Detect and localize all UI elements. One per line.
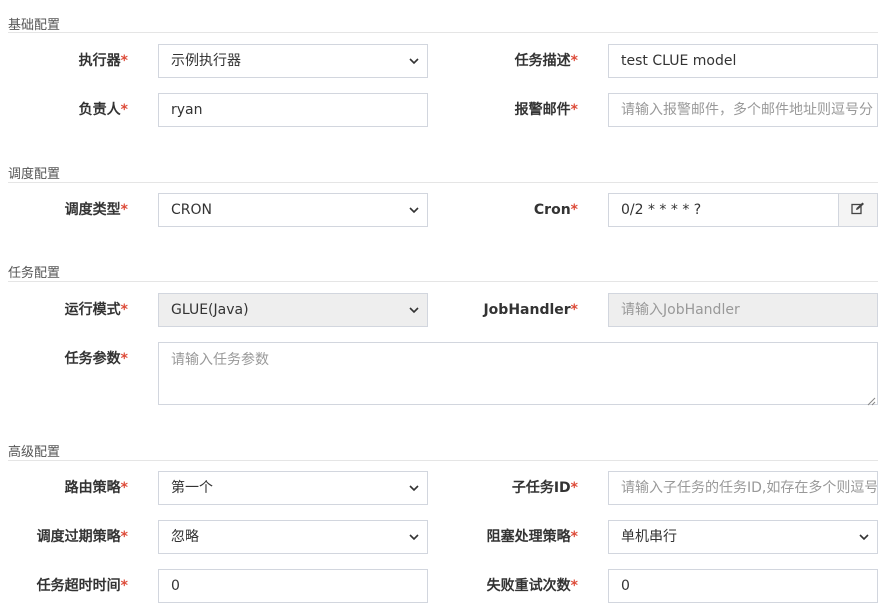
schedule-type-select[interactable]: CRON bbox=[158, 193, 428, 227]
child-job-id-input[interactable]: 请输入子任务的任务ID,如存在多个则逗号 bbox=[608, 471, 878, 505]
run-mode-select[interactable]: GLUE(Java) bbox=[158, 293, 428, 327]
route-strategy-select[interactable]: 第一个 bbox=[158, 471, 428, 505]
section-divider bbox=[8, 182, 878, 183]
job-param-label: 任务参数* bbox=[64, 351, 128, 367]
section-divider bbox=[8, 460, 878, 461]
timeout-input[interactable]: 0 bbox=[158, 569, 428, 603]
child-job-id-label: 子任务ID* bbox=[511, 480, 578, 496]
job-handler-input[interactable]: 请输入JobHandler bbox=[608, 293, 878, 327]
block-strategy-select[interactable]: 单机串行 bbox=[608, 520, 878, 554]
fail-retry-input[interactable]: 0 bbox=[608, 569, 878, 603]
cron-edit-button[interactable] bbox=[838, 193, 878, 227]
job-desc-label: 任务描述* bbox=[514, 53, 578, 69]
cron-label: Cron* bbox=[533, 202, 578, 218]
executor-label: 执行器* bbox=[78, 53, 128, 69]
misfire-strategy-label: 调度过期策略* bbox=[36, 529, 128, 545]
job-param-placeholder: 请输入任务参数 bbox=[171, 352, 269, 368]
block-strategy-label: 阻塞处理策略* bbox=[486, 529, 578, 545]
chevron-down-icon bbox=[858, 531, 870, 543]
section-title-schedule: 调度配置 bbox=[8, 167, 61, 182]
author-input[interactable]: ryan bbox=[158, 93, 428, 127]
executor-select[interactable]: 示例执行器 bbox=[158, 44, 428, 78]
route-strategy-label: 路由策略* bbox=[64, 480, 128, 496]
misfire-strategy-select[interactable]: 忽略 bbox=[158, 520, 428, 554]
run-mode-label: 运行模式* bbox=[64, 302, 128, 318]
section-title-advanced: 高级配置 bbox=[8, 445, 61, 460]
timeout-label: 任务超时时间* bbox=[36, 578, 128, 594]
section-title-task: 任务配置 bbox=[8, 266, 61, 281]
section-divider bbox=[8, 281, 878, 282]
author-label: 负责人* bbox=[78, 102, 128, 118]
job-param-textarea[interactable]: 请输入任务参数 bbox=[158, 342, 878, 406]
fail-retry-label: 失败重试次数* bbox=[486, 578, 578, 594]
alarm-email-label: 报警邮件* bbox=[514, 102, 578, 118]
schedule-type-label: 调度类型* bbox=[64, 202, 128, 218]
job-desc-input[interactable]: test CLUE model bbox=[608, 44, 878, 78]
resize-handle-icon[interactable] bbox=[867, 394, 876, 406]
edit-icon bbox=[851, 202, 865, 219]
section-divider bbox=[8, 32, 878, 33]
alarm-email-input[interactable]: 请输入报警邮件，多个邮件地址则逗号分 bbox=[608, 93, 878, 127]
job-handler-label: JobHandler* bbox=[483, 302, 578, 318]
cron-input[interactable]: 0/2 * * * * ? bbox=[608, 193, 839, 227]
section-title-basic: 基础配置 bbox=[8, 18, 61, 33]
